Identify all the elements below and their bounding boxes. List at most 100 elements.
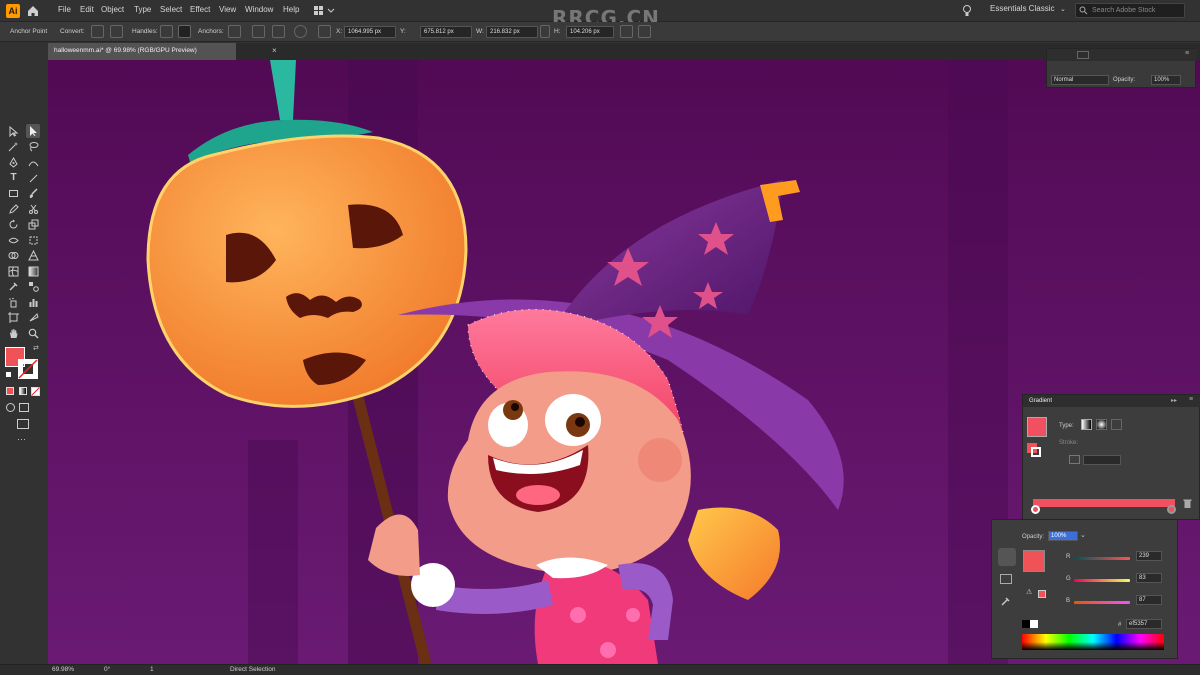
- opacity-field[interactable]: 100%: [1151, 75, 1181, 85]
- angle-field[interactable]: [1083, 455, 1121, 465]
- direct-selection-tool-icon[interactable]: [26, 124, 40, 138]
- remove-anchor-icon[interactable]: [228, 25, 241, 38]
- hex-value-field[interactable]: ef5357: [1126, 619, 1162, 629]
- convert-to-corner-icon[interactable]: [91, 25, 104, 38]
- pencil-tool-icon[interactable]: [8, 204, 19, 215]
- connect-endpoints-icon[interactable]: [252, 25, 265, 38]
- rotate-tool-icon[interactable]: [8, 219, 19, 230]
- show-handles-icon[interactable]: [160, 25, 173, 38]
- gradient-swatch[interactable]: [1027, 417, 1047, 437]
- selection-tool-icon[interactable]: [8, 126, 19, 137]
- warning-icon[interactable]: ⚠: [1026, 588, 1032, 596]
- panel-collapse-icon[interactable]: [1077, 51, 1089, 59]
- b-value-field[interactable]: 87: [1136, 595, 1162, 605]
- zoom-tool-icon[interactable]: [28, 328, 39, 339]
- angle-icon[interactable]: [1069, 455, 1080, 464]
- artboard-number[interactable]: 1: [150, 666, 154, 673]
- menu-object[interactable]: Object: [101, 5, 124, 14]
- white-swatch[interactable]: [1030, 620, 1038, 628]
- r-value-field[interactable]: 239: [1136, 551, 1162, 561]
- width-field[interactable]: 216.832 px: [486, 26, 538, 38]
- swatches-icon[interactable]: [1000, 574, 1012, 584]
- gradient-mode-icon[interactable]: [19, 387, 27, 395]
- freeform-gradient-icon[interactable]: [1111, 419, 1122, 430]
- gradient-stop-right[interactable]: [1167, 505, 1176, 514]
- edit-toolbar-icon[interactable]: ···: [17, 434, 26, 444]
- type-tool-icon[interactable]: T: [8, 172, 19, 183]
- radial-gradient-icon[interactable]: [1096, 419, 1107, 430]
- reference-point-icon[interactable]: [318, 25, 331, 38]
- y-position-field[interactable]: 675.812 px: [420, 26, 472, 38]
- constrain-proportions-icon[interactable]: [540, 25, 550, 38]
- menu-view[interactable]: View: [219, 5, 236, 14]
- lasso-tool-icon[interactable]: [28, 141, 39, 152]
- none-mode-icon[interactable]: [31, 387, 40, 396]
- draw-behind-icon[interactable]: [19, 403, 29, 412]
- convert-to-smooth-icon[interactable]: [110, 25, 123, 38]
- default-fill-stroke-icon[interactable]: [5, 371, 12, 378]
- g-slider[interactable]: [1074, 579, 1130, 582]
- panel-menu-icon[interactable]: ≡: [1185, 50, 1189, 57]
- menu-window[interactable]: Window: [245, 5, 273, 14]
- width-tool-icon[interactable]: [8, 235, 19, 246]
- panel-menu-icon[interactable]: ≡: [1189, 396, 1193, 403]
- line-segment-tool-icon[interactable]: [28, 173, 39, 184]
- out-of-gamut-swatch[interactable]: [1038, 590, 1046, 598]
- paintbrush-tool-icon[interactable]: [28, 188, 39, 199]
- color-opacity-field[interactable]: 100%: [1048, 531, 1078, 541]
- blend-mode-select[interactable]: Normal: [1051, 75, 1109, 85]
- free-transform-tool-icon[interactable]: [28, 235, 39, 246]
- r-slider[interactable]: [1074, 557, 1130, 560]
- menu-file[interactable]: File: [58, 5, 71, 14]
- linear-gradient-icon[interactable]: [1081, 419, 1092, 430]
- eyedropper-icon[interactable]: [1001, 596, 1011, 606]
- pen-tool-icon[interactable]: [8, 157, 19, 168]
- scissors-tool-icon[interactable]: [28, 204, 39, 215]
- magic-wand-tool-icon[interactable]: [8, 141, 19, 152]
- g-value-field[interactable]: 83: [1136, 573, 1162, 583]
- panel-expand-icon[interactable]: ▸▸: [1171, 397, 1177, 404]
- blend-tool-icon[interactable]: [28, 281, 39, 292]
- workspace-switcher[interactable]: Essentials Classic: [990, 4, 1054, 13]
- hide-handles-icon[interactable]: [178, 25, 191, 38]
- menu-select[interactable]: Select: [160, 5, 182, 14]
- gradient-tool-icon[interactable]: [28, 266, 39, 277]
- slice-tool-icon[interactable]: [28, 312, 39, 323]
- close-icon[interactable]: ×: [272, 46, 277, 55]
- symbol-sprayer-tool-icon[interactable]: [8, 297, 19, 308]
- search-input[interactable]: Search Adobe Stock: [1075, 3, 1185, 18]
- more-options-icon[interactable]: [638, 25, 651, 38]
- zoom-level[interactable]: 69.98%: [52, 666, 74, 673]
- rotation-value[interactable]: 0°: [104, 666, 110, 673]
- gradient-slider-bar[interactable]: [1033, 499, 1175, 507]
- perspective-grid-tool-icon[interactable]: [28, 250, 39, 261]
- rectangle-tool-icon[interactable]: [8, 188, 19, 199]
- menu-effect[interactable]: Effect: [190, 5, 210, 14]
- current-color-swatch[interactable]: [1023, 550, 1045, 572]
- color-picker-tab-icon[interactable]: [998, 548, 1016, 566]
- eyedropper-tool-icon[interactable]: [8, 281, 19, 292]
- scale-tool-icon[interactable]: [28, 219, 39, 230]
- cut-path-icon[interactable]: [272, 25, 285, 38]
- chevron-down-icon[interactable]: ⌄: [1060, 5, 1066, 13]
- chevron-down-icon[interactable]: ⌄: [1080, 531, 1086, 539]
- transform-icon[interactable]: [620, 25, 633, 38]
- column-graph-tool-icon[interactable]: [28, 297, 39, 308]
- stroke-mini-icon[interactable]: [1031, 447, 1041, 457]
- hand-tool-icon[interactable]: [8, 328, 19, 339]
- gradient-stop-left[interactable]: [1031, 505, 1040, 514]
- draw-normal-icon[interactable]: [6, 403, 15, 412]
- menu-edit[interactable]: Edit: [80, 5, 94, 14]
- b-slider[interactable]: [1074, 601, 1130, 604]
- menu-help[interactable]: Help: [283, 5, 299, 14]
- artboard-tool-icon[interactable]: [8, 312, 19, 323]
- shape-builder-tool-icon[interactable]: [8, 250, 19, 261]
- swap-fill-stroke-icon[interactable]: ⇄: [33, 344, 39, 352]
- document-tab[interactable]: halloweenmm.ai* @ 69.98% (RGB/GPU Previe…: [48, 43, 236, 60]
- height-field[interactable]: 104.206 px: [566, 26, 614, 38]
- menu-type[interactable]: Type: [134, 5, 151, 14]
- lightbulb-icon[interactable]: [962, 4, 972, 17]
- home-icon[interactable]: [26, 4, 40, 18]
- screen-mode-icon[interactable]: [17, 419, 29, 429]
- delete-icon[interactable]: [1183, 499, 1192, 509]
